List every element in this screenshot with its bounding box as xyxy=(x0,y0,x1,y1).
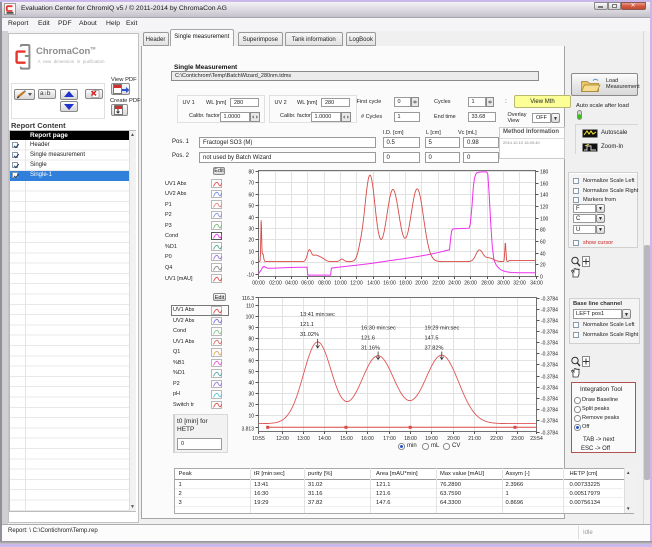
svg-text:34:00: 34:00 xyxy=(530,281,543,287)
svg-text:08:00: 08:00 xyxy=(318,281,331,287)
svg-text:0: 0 xyxy=(251,260,254,266)
svg-text:23:00: 23:00 xyxy=(511,436,524,442)
svg-text:13:41 min:sec: 13:41 min:sec xyxy=(300,312,335,318)
svg-text:14:00: 14:00 xyxy=(318,436,331,442)
svg-text:60: 60 xyxy=(248,192,254,198)
svg-text:19:00: 19:00 xyxy=(425,436,438,442)
svg-text:121.1: 121.1 xyxy=(300,322,314,328)
svg-text:24:00: 24:00 xyxy=(448,281,461,287)
svg-text:20:00: 20:00 xyxy=(447,436,460,442)
svg-text:-10: -10 xyxy=(247,272,254,278)
svg-text:31.16%: 31.16% xyxy=(361,346,380,352)
svg-text:23:54: 23:54 xyxy=(530,436,543,442)
svg-text:80: 80 xyxy=(248,336,254,342)
svg-text:10: 10 xyxy=(248,413,254,419)
svg-text:80: 80 xyxy=(540,227,546,233)
svg-text:100: 100 xyxy=(540,216,549,222)
svg-text:40: 40 xyxy=(540,251,546,257)
svg-text:00:00: 00:00 xyxy=(252,281,265,287)
svg-text:40: 40 xyxy=(248,215,254,221)
svg-text:30:00: 30:00 xyxy=(497,281,510,287)
svg-text:06:00: 06:00 xyxy=(301,281,314,287)
svg-text:-0.3784: -0.3784 xyxy=(541,430,558,436)
svg-text:20: 20 xyxy=(248,402,254,408)
svg-text:10: 10 xyxy=(248,249,254,255)
svg-text:-0.3784: -0.3784 xyxy=(541,307,558,313)
svg-text:50: 50 xyxy=(248,203,254,209)
svg-text:19:29 min:sec: 19:29 min:sec xyxy=(425,326,460,332)
svg-text:22:00: 22:00 xyxy=(490,436,503,442)
svg-text:-0.3784: -0.3784 xyxy=(541,329,558,335)
svg-text:0: 0 xyxy=(540,274,543,280)
svg-text:22:00: 22:00 xyxy=(432,281,445,287)
svg-text:02:00: 02:00 xyxy=(269,281,282,287)
svg-text:16:00: 16:00 xyxy=(383,281,396,287)
svg-text:10:00: 10:00 xyxy=(334,281,347,287)
svg-text:12:00: 12:00 xyxy=(350,281,363,287)
svg-text:04:00: 04:00 xyxy=(285,281,298,287)
svg-text:13:00: 13:00 xyxy=(297,436,310,442)
svg-text:30: 30 xyxy=(248,391,254,397)
svg-text:160: 160 xyxy=(540,181,549,187)
svg-text:121.6: 121.6 xyxy=(361,336,375,342)
svg-text:147.5: 147.5 xyxy=(425,336,439,342)
svg-text:16:30 min:sec: 16:30 min:sec xyxy=(361,326,396,332)
svg-text:-0.3784: -0.3784 xyxy=(541,318,558,324)
svg-text:70: 70 xyxy=(248,180,254,186)
svg-text:-0.3784: -0.3784 xyxy=(541,385,558,391)
svg-text:18:00: 18:00 xyxy=(399,281,412,287)
svg-text:21:00: 21:00 xyxy=(468,436,481,442)
svg-text:-0.3784: -0.3784 xyxy=(541,362,558,368)
svg-text:-0.3784: -0.3784 xyxy=(541,340,558,346)
svg-text:14:00: 14:00 xyxy=(367,281,380,287)
svg-text:12:00: 12:00 xyxy=(276,436,289,442)
svg-text:26:00: 26:00 xyxy=(464,281,477,287)
svg-text:-0.3784: -0.3784 xyxy=(541,374,558,380)
svg-text:80: 80 xyxy=(248,169,254,175)
svg-text:116.3: 116.3 xyxy=(242,296,254,302)
svg-text:16:00: 16:00 xyxy=(361,436,374,442)
svg-text:10:55: 10:55 xyxy=(252,436,265,442)
svg-text:20: 20 xyxy=(540,262,546,268)
svg-text:50: 50 xyxy=(248,369,254,375)
svg-text:20: 20 xyxy=(248,237,254,243)
svg-text:-0.3784: -0.3784 xyxy=(541,418,558,424)
svg-text:37.82%: 37.82% xyxy=(425,346,444,352)
svg-text:20:00: 20:00 xyxy=(415,281,428,287)
svg-text:140: 140 xyxy=(540,192,549,198)
svg-text:-0.3784: -0.3784 xyxy=(541,407,558,413)
svg-text:60: 60 xyxy=(540,239,546,245)
svg-text:-0.3784: -0.3784 xyxy=(541,351,558,357)
svg-text:32:00: 32:00 xyxy=(513,281,526,287)
svg-text:70: 70 xyxy=(248,347,254,353)
svg-text:110: 110 xyxy=(246,303,254,309)
svg-text:28:00: 28:00 xyxy=(481,281,494,287)
svg-text:180: 180 xyxy=(540,169,549,175)
svg-text:17:00: 17:00 xyxy=(383,436,396,442)
svg-text:40: 40 xyxy=(248,380,254,386)
svg-text:120: 120 xyxy=(540,204,549,210)
svg-text:15:00: 15:00 xyxy=(340,436,353,442)
svg-text:30: 30 xyxy=(248,226,254,232)
svg-text:60: 60 xyxy=(248,358,254,364)
svg-text:90: 90 xyxy=(248,325,254,331)
svg-text:18:00: 18:00 xyxy=(404,436,417,442)
svg-text:3.813: 3.813 xyxy=(241,427,254,433)
svg-text:-0.3784: -0.3784 xyxy=(541,296,558,302)
svg-text:31.02%: 31.02% xyxy=(300,332,319,338)
svg-text:100: 100 xyxy=(246,314,255,320)
svg-text:-0.3784: -0.3784 xyxy=(541,396,558,402)
